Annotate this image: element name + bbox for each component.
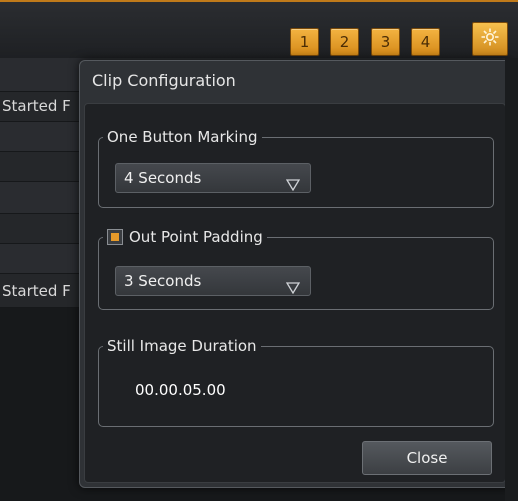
gear-icon — [480, 27, 500, 51]
dropdown-arrow-icon — [285, 172, 301, 200]
dropdown-arrow-icon — [285, 275, 301, 303]
page-2-button[interactable]: 2 — [330, 28, 359, 56]
still-image-duration-value[interactable]: 00.00.05.00 — [135, 381, 226, 399]
page-3-button[interactable]: 3 — [371, 28, 400, 56]
right-edge-strip — [505, 58, 518, 501]
top-toolbar: 1 2 3 4 — [0, 0, 518, 58]
dialog-title: Clip Configuration — [92, 71, 236, 90]
one-button-marking-dropdown[interactable]: 4 Seconds — [115, 163, 311, 193]
still-image-duration-label: Still Image Duration — [107, 337, 257, 355]
page-4-button[interactable]: 4 — [411, 28, 440, 56]
settings-button[interactable] — [472, 22, 508, 56]
list-row-label: Started F — [2, 97, 71, 115]
out-point-padding-label: Out Point Padding — [129, 228, 263, 246]
out-point-padding-dropdown[interactable]: 3 Seconds — [115, 266, 311, 296]
out-point-padding-value: 3 Seconds — [124, 272, 202, 290]
out-point-padding-checkbox[interactable] — [107, 229, 123, 245]
one-button-marking-label: One Button Marking — [107, 128, 258, 146]
still-image-duration-group: Still Image Duration 00.00.05.00 — [98, 337, 494, 427]
clip-configuration-dialog: Clip Configuration One Button Marking 4 … — [79, 60, 511, 488]
close-button[interactable]: Close — [362, 441, 492, 475]
out-point-padding-legend: Out Point Padding — [103, 228, 267, 246]
dialog-body: One Button Marking 4 Seconds Out Point P… — [84, 103, 506, 483]
out-point-padding-group: Out Point Padding 3 Seconds — [98, 228, 494, 310]
one-button-marking-group: One Button Marking 4 Seconds — [98, 128, 494, 208]
app-window: 1 2 3 4 Started F Started F Clip Configu… — [0, 0, 518, 501]
checkbox-checked-icon — [111, 233, 119, 241]
page-1-button[interactable]: 1 — [290, 28, 319, 56]
list-row-label: Started F — [2, 282, 71, 300]
one-button-marking-value: 4 Seconds — [124, 169, 202, 187]
